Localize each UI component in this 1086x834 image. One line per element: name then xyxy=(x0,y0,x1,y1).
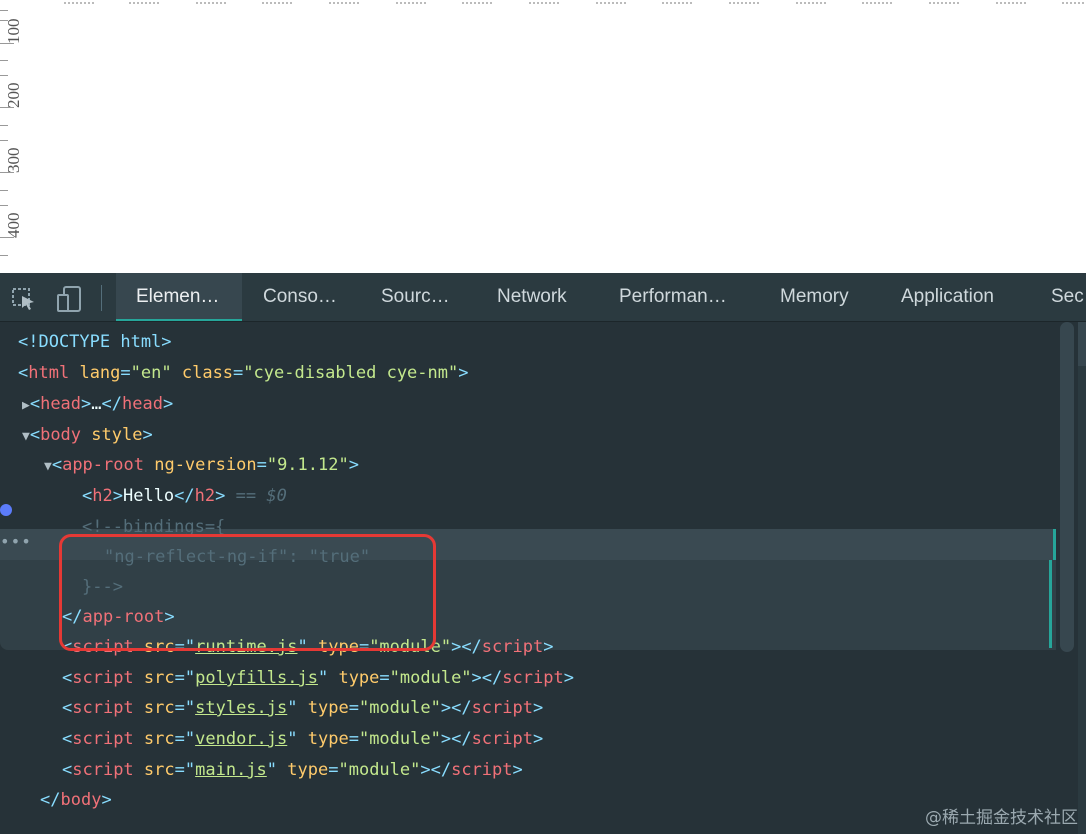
body-tag: body xyxy=(40,425,82,445)
attr-name: src xyxy=(143,760,175,780)
ruler-label: 300 xyxy=(4,147,23,174)
collapsed-ellipsis: … xyxy=(91,394,102,414)
attr-value: "9.1.12" xyxy=(266,455,349,475)
tab-label: Sec xyxy=(1051,286,1084,307)
tab-memory[interactable]: Memory xyxy=(760,273,881,321)
attr-value: "module" xyxy=(358,729,441,749)
attr-name: src xyxy=(143,698,175,718)
tab-elements[interactable]: Elemen… xyxy=(116,273,242,321)
attr-name: style xyxy=(91,425,143,445)
attr-value: "module" xyxy=(389,668,472,688)
tree-line-script[interactable]: <script src="vendor.js" type="module"></… xyxy=(0,724,1060,754)
attr-value: "cye-disabled cye-nm" xyxy=(243,363,459,383)
expand-arrow-icon[interactable]: ▶ xyxy=(22,398,30,413)
device-toolbar-icon[interactable] xyxy=(56,285,84,313)
attr-name: lang xyxy=(79,363,121,383)
attr-name: type xyxy=(307,729,349,749)
script-tag: script xyxy=(471,729,533,749)
elements-tree: ••• <!DOCTYPE html> <html lang="en" clas… xyxy=(0,322,1060,834)
tab-sources[interactable]: Sourc… xyxy=(361,273,477,321)
tree-scrollbar-thumb[interactable] xyxy=(1060,322,1074,652)
script-tag: script xyxy=(502,668,564,688)
ruler-label: 200 xyxy=(4,82,23,109)
tab-label: Sourc… xyxy=(381,286,450,307)
tree-line-body[interactable]: ▼<body style> xyxy=(0,420,1060,450)
script-src-link[interactable]: main.js xyxy=(195,760,267,780)
tab-label: Application xyxy=(901,286,994,307)
ruler-label: 400 xyxy=(4,212,23,239)
head-tag: head xyxy=(122,394,163,414)
script-tag: script xyxy=(72,698,134,718)
app-root-tag: app-root xyxy=(62,455,144,475)
script-tag: script xyxy=(451,760,513,780)
attr-name: class xyxy=(181,363,234,383)
script-tag: script xyxy=(471,698,533,718)
tab-label: Memory xyxy=(780,286,849,307)
tree-line-close-body[interactable]: </body> xyxy=(0,785,1060,815)
page-viewport: 100 200 300 400 xyxy=(0,0,1086,273)
doctype-text: <!DOCTYPE html> xyxy=(18,332,172,352)
tree-line-html[interactable]: <html lang="en" class="cye-disabled cye-… xyxy=(0,358,1060,388)
styles-pane-header xyxy=(1078,322,1086,366)
selected-marker: == $0 xyxy=(235,486,287,506)
highlight-annotation-box xyxy=(59,534,436,651)
tab-performance[interactable]: Performan… xyxy=(599,273,759,321)
attr-name: src xyxy=(143,668,175,688)
tab-label: Network xyxy=(497,286,567,307)
attr-value: "module" xyxy=(338,760,421,780)
tab-application[interactable]: Application xyxy=(881,273,1031,321)
tree-line-script[interactable]: <script src="styles.js" type="module"></… xyxy=(0,693,1060,723)
devtools-panel: Elemen… Conso… Sourc… Network Performan…… xyxy=(0,273,1086,834)
watermark: @稀土掘金技术社区 xyxy=(925,808,1078,828)
attr-name: type xyxy=(307,698,349,718)
script-src-link[interactable]: vendor.js xyxy=(195,729,287,749)
attr-name: src xyxy=(143,729,175,749)
attr-value: "module" xyxy=(358,698,441,718)
script-tag: script xyxy=(72,668,134,688)
tree-line-script[interactable]: <script src="main.js" type="module"></sc… xyxy=(0,755,1060,785)
tree-line-h2[interactable]: <h2>Hello</h2> == $0 xyxy=(0,481,1060,511)
styles-pane-edge xyxy=(1078,322,1086,834)
script-src-link[interactable]: polyfills.js xyxy=(195,668,318,688)
tree-line-doctype[interactable]: <!DOCTYPE html> xyxy=(0,327,1060,357)
attr-name: type xyxy=(338,668,380,688)
inspect-element-icon[interactable] xyxy=(10,285,38,313)
script-tag: script xyxy=(481,637,544,657)
h2-tag: h2 xyxy=(92,486,113,506)
h2-tag: h2 xyxy=(194,486,216,506)
tab-label: Performan… xyxy=(619,286,727,307)
tab-label: Conso… xyxy=(263,286,337,307)
head-tag: head xyxy=(40,394,82,414)
collapse-arrow-icon[interactable]: ▼ xyxy=(22,429,30,444)
script-src-link[interactable]: styles.js xyxy=(195,698,287,718)
toolbar-divider xyxy=(101,285,102,311)
tab-security[interactable]: Sec xyxy=(1031,273,1086,321)
h2-text: Hello xyxy=(122,486,175,506)
script-tag: script xyxy=(72,729,134,749)
attr-value: "en" xyxy=(130,363,172,383)
tree-line-head[interactable]: ▶<head>…</head> xyxy=(0,389,1060,419)
ruler-label: 100 xyxy=(4,18,23,45)
attr-name: ng-version xyxy=(154,455,257,475)
html-tag: html xyxy=(28,363,70,383)
ruler-top xyxy=(24,0,1086,6)
ruler-left: 100 200 300 400 xyxy=(0,0,24,273)
tree-line-script[interactable]: <script src="polyfills.js" type="module"… xyxy=(0,663,1060,693)
tree-line-app-root[interactable]: ▼<app-root ng-version="9.1.12"> xyxy=(0,450,1060,480)
tab-label: Elemen… xyxy=(136,286,220,307)
script-tag: script xyxy=(72,760,134,780)
body-tag: body xyxy=(60,790,102,810)
tab-network[interactable]: Network xyxy=(477,273,599,321)
attr-name: type xyxy=(287,760,329,780)
devtools-tabbar: Elemen… Conso… Sourc… Network Performan…… xyxy=(0,273,1086,322)
tab-console[interactable]: Conso… xyxy=(243,273,361,321)
collapse-arrow-icon[interactable]: ▼ xyxy=(44,459,52,474)
